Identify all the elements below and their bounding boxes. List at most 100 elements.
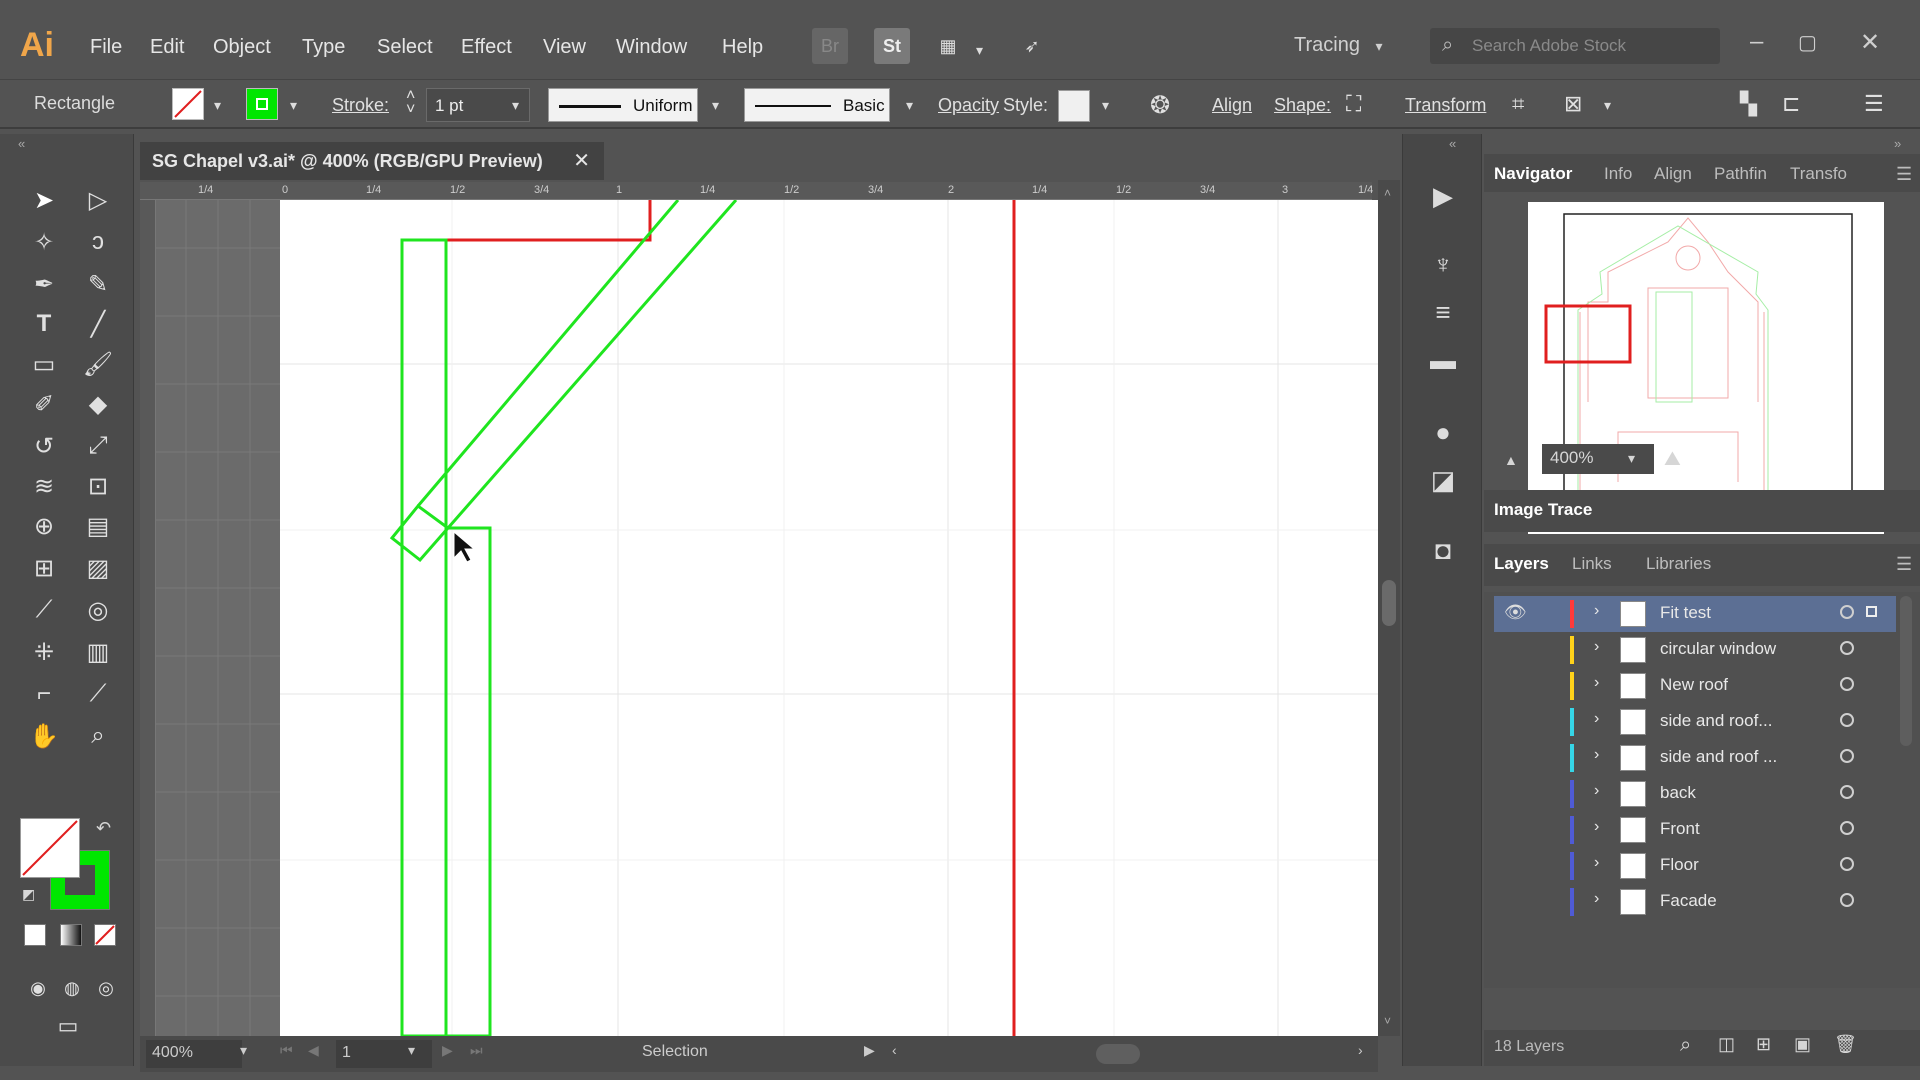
panel-menu-icon[interactable]: ☰ (1896, 554, 1912, 575)
horizontal-scroll-thumb[interactable] (1096, 1044, 1140, 1064)
layer-row-floor[interactable]: › Floor (1494, 848, 1896, 884)
zoom-field[interactable]: 400% (146, 1040, 242, 1068)
panel-menu-icon[interactable]: ☰ (1896, 164, 1912, 185)
zoom-in-mountain-icon[interactable]: ⛰ (1664, 448, 1681, 471)
appearance-panel-icon[interactable]: ● (1423, 412, 1463, 452)
draw-inside-icon[interactable]: ◎ (86, 970, 126, 1006)
tab-pathfinder[interactable]: Pathfin (1714, 164, 1767, 184)
puppet-warp-icon[interactable]: ♆ (1423, 244, 1463, 284)
target-circle-icon[interactable] (1840, 857, 1854, 871)
bridge-icon[interactable]: Br (812, 28, 848, 64)
shaper-tool-icon[interactable]: ✐ (24, 386, 64, 422)
close-icon[interactable]: ✕ (1860, 28, 1880, 57)
zoom-tool-icon[interactable]: ⌕ (78, 718, 118, 754)
collapse-panel-icon[interactable]: « (18, 136, 25, 151)
shape-label[interactable]: Shape: (1274, 95, 1331, 116)
slice-tool-icon[interactable]: ⟋ (78, 676, 118, 712)
chevron-down-icon[interactable]: ▾ (1628, 450, 1635, 467)
eraser-tool-icon[interactable]: ◆ (78, 386, 118, 422)
expand-panels-icon[interactable]: « (1449, 136, 1456, 151)
chevron-right-icon[interactable]: › (1594, 854, 1599, 872)
tab-info[interactable]: Info (1604, 164, 1632, 184)
locate-object-icon[interactable]: ⌕ (1680, 1034, 1691, 1057)
document-tab[interactable]: SG Chapel v3.ai* @ 400% (RGB/GPU Preview… (140, 142, 604, 180)
panel-menu-icon[interactable]: ☰ (1864, 91, 1884, 117)
blend-tool-icon[interactable]: ◎ (78, 592, 118, 628)
vertical-scrollbar[interactable]: ˄ ˅ (1378, 180, 1400, 1036)
column-graph-tool-icon[interactable]: ▥ (78, 634, 118, 670)
rotate-tool-icon[interactable]: ↺ (24, 428, 64, 464)
type-tool-icon[interactable]: T (24, 306, 64, 342)
isolate-group-icon[interactable]: ⌗ (1512, 91, 1524, 117)
symbol-sprayer-tool-icon[interactable]: ⁜ (24, 634, 64, 670)
stroke-panel-icon[interactable]: ≡ (1423, 292, 1463, 332)
arrange-documents-icon[interactable]: ▦ (930, 28, 966, 64)
target-circle-icon[interactable] (1840, 641, 1854, 655)
artwork-canvas[interactable] (156, 199, 1378, 1038)
chevron-down-icon[interactable]: ▾ (214, 97, 221, 114)
default-fill-stroke-icon[interactable]: ◩ (22, 886, 35, 903)
chevron-down-icon[interactable]: ▾ (976, 42, 983, 59)
scale-tool-icon[interactable]: ⤢ (78, 428, 118, 464)
status-menu-icon[interactable]: ▶ (864, 1042, 875, 1059)
first-artboard-icon[interactable]: ⏮ (280, 1042, 293, 1059)
new-sublayer-icon[interactable]: ⊞ (1756, 1034, 1771, 1055)
maximize-icon[interactable]: ▢ (1798, 30, 1817, 55)
close-document-icon[interactable]: ✕ (573, 148, 590, 173)
artboard-number-field[interactable]: 1 (336, 1040, 432, 1068)
fill-swatch[interactable] (172, 88, 204, 120)
chevron-right-icon[interactable]: › (1594, 602, 1599, 620)
actions-panel-icon[interactable]: ▶ (1423, 176, 1463, 216)
new-layer-icon[interactable]: ▣ (1794, 1034, 1811, 1055)
color-mode-icon[interactable] (24, 924, 46, 946)
transform-label[interactable]: Transform (1405, 95, 1486, 116)
scroll-up-icon[interactable]: ˄ (1384, 186, 1391, 200)
minimize-icon[interactable]: – (1750, 28, 1763, 56)
layer-row-front[interactable]: › Front (1494, 812, 1896, 848)
screen-mode-icon[interactable]: ▭ (48, 1008, 88, 1044)
menu-effect[interactable]: Effect (461, 36, 512, 59)
target-circle-icon[interactable] (1840, 785, 1854, 799)
stroke-swatch[interactable] (246, 88, 278, 120)
artboard-tool-icon[interactable]: ⌐ (24, 676, 64, 712)
menu-window[interactable]: Window (616, 36, 687, 59)
layers-scroll-thumb[interactable] (1900, 596, 1912, 746)
layer-row-facade[interactable]: › Facade (1494, 884, 1896, 920)
tab-navigator[interactable]: Navigator (1494, 164, 1572, 184)
chevron-down-icon[interactable]: ▾ (712, 97, 719, 114)
mesh-tool-icon[interactable]: ⊞ (24, 550, 64, 586)
chevron-right-icon[interactable]: › (1594, 890, 1599, 908)
line-segment-tool-icon[interactable]: ╱ (78, 306, 118, 342)
chevron-right-icon[interactable]: › (1594, 674, 1599, 692)
chevron-right-icon[interactable]: › (1594, 710, 1599, 728)
perspective-grid-tool-icon[interactable]: ▤ (78, 508, 118, 544)
target-circle-icon[interactable] (1840, 821, 1854, 835)
swap-fill-stroke-icon[interactable]: ↶ (96, 818, 111, 839)
image-trace-panel-icon[interactable]: ◘ (1423, 530, 1463, 570)
select-similar-icon[interactable]: ⊠ (1564, 91, 1582, 117)
eyedropper-tool-icon[interactable]: ⟋ (24, 592, 64, 628)
tab-transform[interactable]: Transfo (1790, 164, 1847, 184)
lasso-tool-icon[interactable]: ↄ (78, 224, 118, 260)
previous-artboard-icon[interactable]: ◀ (308, 1042, 319, 1059)
align-label[interactable]: Align (1212, 95, 1252, 116)
free-transform-tool-icon[interactable]: ⊡ (78, 468, 118, 504)
chevron-right-icon[interactable]: › (1594, 782, 1599, 800)
chevron-down-icon[interactable]: ▾ (240, 1042, 247, 1059)
paintbrush-tool-icon[interactable]: 🖌 (78, 346, 118, 382)
chevron-down-icon[interactable]: ▾ (290, 97, 297, 114)
chevron-right-icon[interactable]: › (1594, 638, 1599, 656)
menu-file[interactable]: File (90, 36, 122, 59)
menu-view[interactable]: View (543, 36, 586, 59)
chevron-right-icon[interactable]: › (1594, 818, 1599, 836)
workspace-switcher[interactable]: Tracing ▾ (1294, 34, 1383, 57)
brush-definition-dropdown[interactable]: Basic (744, 88, 890, 122)
layer-row-new-roof[interactable]: › New roof (1494, 668, 1896, 704)
next-artboard-icon[interactable]: ▶ (442, 1042, 453, 1059)
stroke-label[interactable]: Stroke: (332, 95, 389, 116)
scroll-thumb[interactable] (1382, 580, 1396, 626)
artboard[interactable] (156, 199, 1378, 1038)
width-tool-icon[interactable]: ≋ (24, 468, 64, 504)
curvature-tool-icon[interactable]: ✎ (78, 266, 118, 302)
pen-tool-icon[interactable]: ✒ (24, 266, 64, 302)
